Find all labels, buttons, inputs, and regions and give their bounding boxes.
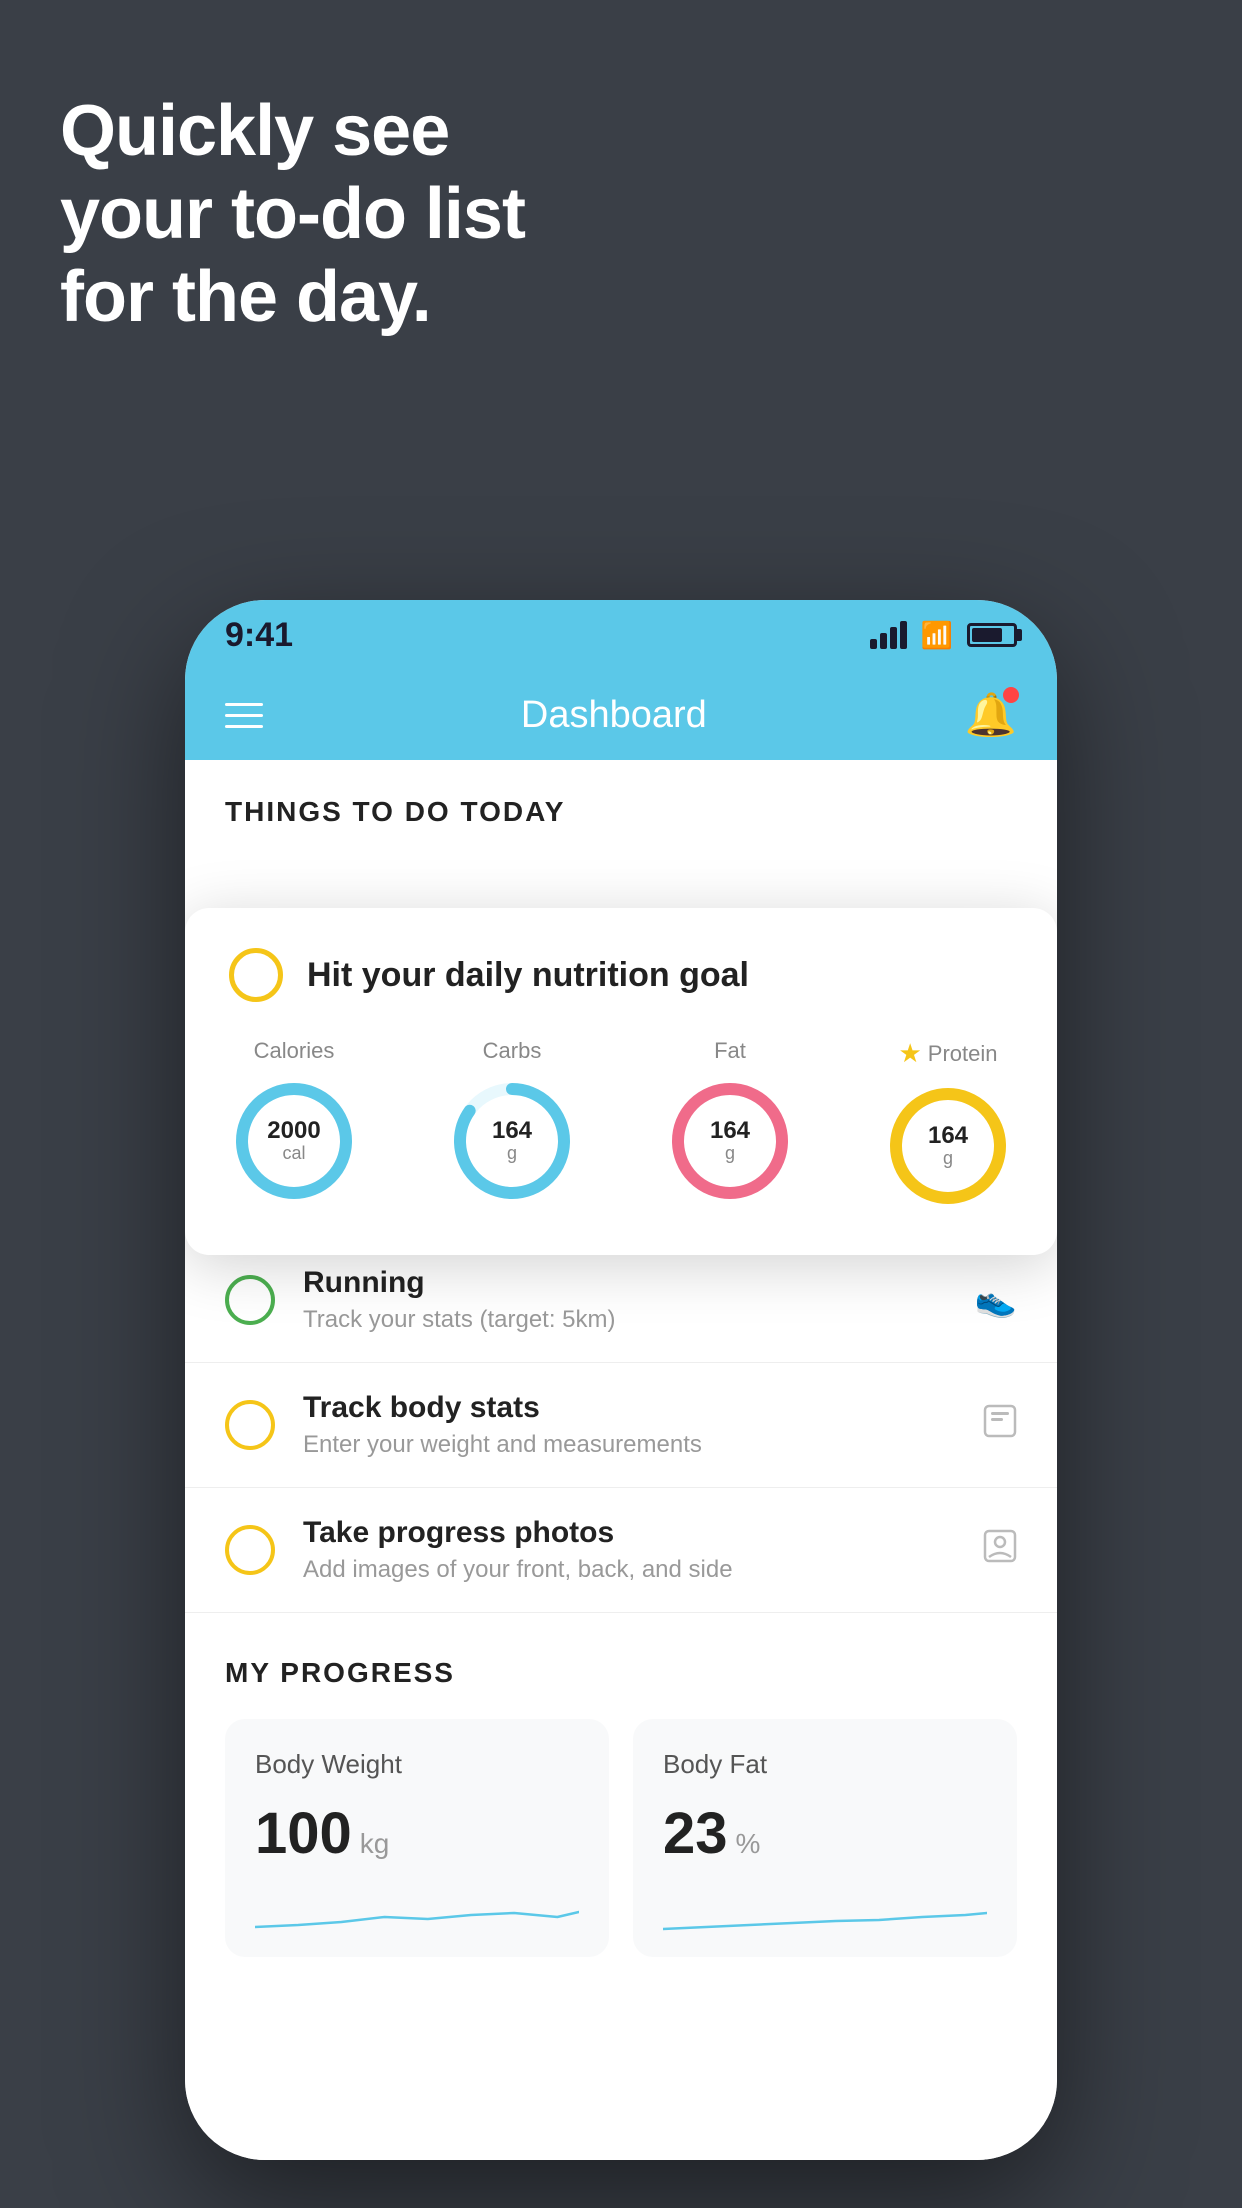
carbs-value: 164 g — [492, 1118, 532, 1164]
status-time: 9:41 — [225, 616, 293, 655]
nav-bar: Dashboard 🔔 — [185, 670, 1057, 760]
nutrition-check-circle[interactable] — [229, 948, 283, 1002]
body-weight-card[interactable]: Body Weight 100 kg — [225, 1719, 609, 1957]
calories-value: 2000 cal — [267, 1118, 320, 1164]
body-weight-number: 100 — [255, 1800, 352, 1867]
protein-value: 164 g — [928, 1123, 968, 1169]
nutrition-carbs: Carbs 164 g — [447, 1038, 577, 1206]
progress-heading: MY PROGRESS — [225, 1657, 1017, 1689]
progress-photos-text: Take progress photos Add images of your … — [303, 1516, 983, 1584]
hamburger-menu[interactable] — [225, 703, 263, 728]
protein-donut: 164 g — [883, 1081, 1013, 1211]
calories-label: Calories — [254, 1038, 335, 1064]
progress-cards: Body Weight 100 kg Body Fat 23 — [225, 1719, 1017, 1957]
things-to-do-heading: THINGS TO DO TODAY — [185, 760, 1057, 848]
wifi-icon: 📶 — [921, 620, 953, 651]
nutrition-fat: Fat 164 g — [665, 1038, 795, 1206]
calories-donut: 2000 cal — [229, 1076, 359, 1206]
nav-title: Dashboard — [521, 694, 707, 737]
body-fat-chart — [663, 1887, 987, 1937]
body-stats-subtitle: Enter your weight and measurements — [303, 1431, 983, 1459]
todo-body-stats[interactable]: Track body stats Enter your weight and m… — [185, 1363, 1057, 1488]
carbs-donut: 164 g — [447, 1076, 577, 1206]
running-check-circle[interactable] — [225, 1275, 275, 1325]
todo-progress-photos[interactable]: Take progress photos Add images of your … — [185, 1488, 1057, 1613]
protein-star-icon: ★ — [898, 1038, 921, 1069]
signal-icon — [870, 621, 907, 649]
fat-donut: 164 g — [665, 1076, 795, 1206]
running-subtitle: Track your stats (target: 5km) — [303, 1306, 975, 1334]
notification-badge — [1003, 687, 1019, 703]
fat-label: Fat — [714, 1038, 746, 1064]
content-area: THINGS TO DO TODAY Hit your daily nutrit… — [185, 760, 1057, 2160]
progress-photos-title: Take progress photos — [303, 1516, 983, 1550]
scale-icon — [983, 1404, 1017, 1447]
hero-text: Quickly see your to-do list for the day. — [60, 90, 525, 338]
card-header: Hit your daily nutrition goal — [229, 948, 1013, 1002]
running-text: Running Track your stats (target: 5km) — [303, 1266, 975, 1334]
body-fat-card[interactable]: Body Fat 23 % — [633, 1719, 1017, 1957]
body-weight-chart — [255, 1887, 579, 1937]
phone-shell: 9:41 📶 Dashboard 🔔 THINGS TO DO TODAY — [185, 600, 1057, 2160]
status-icons: 📶 — [870, 620, 1017, 651]
body-fat-title: Body Fat — [663, 1749, 987, 1780]
body-fat-value: 23 % — [663, 1800, 987, 1867]
shoe-icon: 👟 — [975, 1280, 1017, 1320]
body-fat-unit: % — [736, 1828, 761, 1860]
nutrition-protein: ★ Protein 164 g — [883, 1038, 1013, 1211]
card-title: Hit your daily nutrition goal — [307, 956, 749, 995]
todo-list: Running Track your stats (target: 5km) 👟… — [185, 1238, 1057, 1613]
progress-photos-check-circle[interactable] — [225, 1525, 275, 1575]
running-title: Running — [303, 1266, 975, 1300]
body-weight-title: Body Weight — [255, 1749, 579, 1780]
body-weight-unit: kg — [360, 1828, 390, 1860]
protein-label: ★ Protein — [898, 1038, 997, 1069]
portrait-icon — [983, 1529, 1017, 1572]
nutrition-grid: Calories 2000 cal — [229, 1038, 1013, 1211]
body-stats-check-circle[interactable] — [225, 1400, 275, 1450]
body-stats-text: Track body stats Enter your weight and m… — [303, 1391, 983, 1459]
nutrition-calories: Calories 2000 cal — [229, 1038, 359, 1206]
body-fat-number: 23 — [663, 1800, 728, 1867]
battery-icon — [967, 623, 1017, 647]
body-stats-title: Track body stats — [303, 1391, 983, 1425]
notification-button[interactable]: 🔔 — [965, 691, 1017, 740]
status-bar: 9:41 📶 — [185, 600, 1057, 670]
carbs-label: Carbs — [483, 1038, 542, 1064]
fat-value: 164 g — [710, 1118, 750, 1164]
progress-section: MY PROGRESS Body Weight 100 kg — [185, 1613, 1057, 1987]
todo-running[interactable]: Running Track your stats (target: 5km) 👟 — [185, 1238, 1057, 1363]
nutrition-card: Hit your daily nutrition goal Calories — [185, 908, 1057, 1255]
body-weight-value: 100 kg — [255, 1800, 579, 1867]
progress-photos-subtitle: Add images of your front, back, and side — [303, 1556, 983, 1584]
